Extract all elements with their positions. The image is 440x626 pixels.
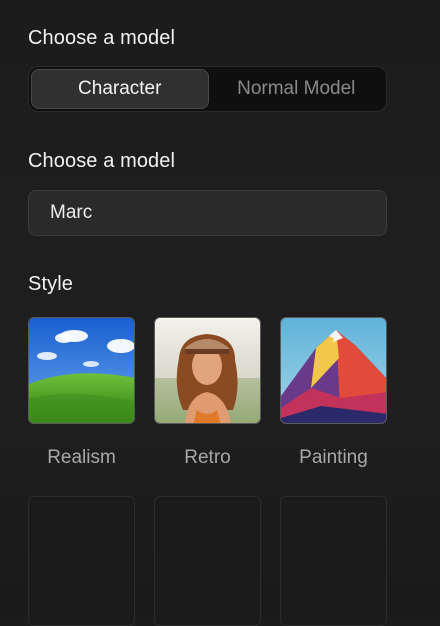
style-label-retro: Retro — [184, 447, 231, 468]
green-hill-landscape-image — [29, 318, 134, 423]
retro-portrait-image — [155, 318, 260, 423]
style-label-painting: Painting — [299, 447, 368, 468]
section-title-model-type: Choose a model — [28, 27, 176, 49]
style-card-placeholder[interactable] — [280, 496, 387, 626]
style-card-placeholder[interactable] — [28, 496, 135, 626]
tab-character[interactable]: Character — [31, 69, 209, 109]
style-label-realism: Realism — [47, 447, 116, 468]
section-title-model: Choose a model — [28, 150, 176, 172]
model-type-toggle: Character Normal Model — [28, 66, 387, 112]
style-card-painting[interactable] — [280, 317, 387, 424]
tab-normal-model[interactable]: Normal Model — [209, 69, 385, 109]
model-select-value: Marc — [50, 202, 93, 223]
style-card-retro[interactable] — [154, 317, 261, 424]
style-card-realism[interactable] — [28, 317, 135, 424]
model-select[interactable]: Marc — [28, 190, 387, 236]
section-title-style: Style — [28, 273, 73, 295]
colorful-mountain-painting-image — [281, 318, 386, 423]
style-card-placeholder[interactable] — [154, 496, 261, 626]
